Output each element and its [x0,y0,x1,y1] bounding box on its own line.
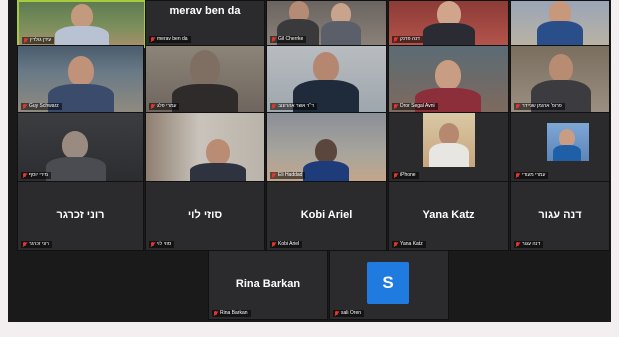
muted-mic-icon [150,36,155,43]
participant-name-label: sali Oren [333,310,365,317]
video-tile[interactable]: Gil Cherrke [266,0,387,46]
video-tile[interactable]: רוני זכרגר רוני זכרגר [17,181,144,251]
video-tile[interactable]: Eli Haddad [266,112,387,182]
video-tile[interactable]: Guy Schwarz [17,45,144,113]
participant-name-label: דנה פרנק [392,36,423,43]
participant-name-label: דנה עגור [514,241,544,248]
muted-mic-icon [23,37,28,44]
video-tile[interactable]: merav ben da merav ben da [145,0,265,46]
muted-mic-icon [515,172,520,179]
video-tile[interactable]: Yana Katz Yana Katz [388,181,509,251]
participant-name: Yana Katz [422,209,475,222]
participant-name-label: ד"ר אשר אהרונוב [270,103,317,110]
participant-name-label: עמרי פלג [149,103,180,110]
video-tile[interactable]: עידן גולדין [17,0,146,48]
video-tile[interactable]: Kobi Ariel Kobi Ariel [266,181,387,251]
muted-mic-icon [22,103,27,110]
muted-mic-icon [393,172,398,179]
muted-mic-icon [271,36,276,43]
video-tile[interactable]: עמרי פלג [145,45,265,113]
participant-name: סוזי לוי [187,209,223,222]
muted-mic-icon [213,310,218,317]
screen-bottom-border [0,322,619,337]
video-tile[interactable]: iPhone [388,112,509,182]
participant-name-label: iPhone [392,172,419,179]
muted-mic-icon [393,36,398,43]
muted-mic-icon [22,241,27,248]
muted-mic-icon [515,241,520,248]
participant-name-label: רוני זכרגר [21,241,52,248]
participant-name: Kobi Ariel [300,209,353,222]
video-tile[interactable] [510,0,610,46]
muted-mic-icon [150,241,155,248]
participant-name-label: Rina Barkan [212,310,251,317]
video-tile[interactable]: S sali Oren [329,250,449,320]
participant-name-label: פרופ' ארגמן שניידר [514,103,565,110]
participant-name-label: עמרי מעודי [514,172,549,179]
muted-mic-icon [334,310,339,317]
muted-mic-icon [271,241,276,248]
participant-name: Rina Barkan [235,278,301,291]
video-tile[interactable]: סוזי לוי סוזי לוי [145,181,265,251]
muted-mic-icon [393,241,398,248]
participant-name-label: Kobi Ariel [270,241,303,248]
participant-name-label: סוזי לוי [149,241,175,248]
participant-name: merav ben da [169,5,241,17]
video-tile[interactable]: פרופ' ארגמן שניידר [510,45,610,113]
participant-name-label: Dror Segal Avni [392,103,438,110]
video-tile[interactable]: עמרי מעודי [510,112,610,182]
muted-mic-icon [393,103,398,110]
video-tile[interactable]: Dror Segal Avni [388,45,509,113]
participant-name-label: Gil Cherrke [270,36,307,43]
participant-name-label: עידן גולדין [22,37,55,44]
participant-name-label: merav ben da [149,36,191,43]
participant-name-label: Yana Katz [392,241,426,248]
muted-mic-icon [515,103,520,110]
video-tile[interactable]: ד"ר אשר אהרונוב [266,45,387,113]
muted-mic-icon [150,103,155,110]
participant-name: דנה עגור [538,209,582,222]
muted-mic-icon [271,172,276,179]
zoom-gallery-view: עידן גולדין merav ben da merav ben da Gi… [8,0,611,322]
participant-name: רוני זכרגר [56,209,105,222]
video-tile[interactable]: דנה פרנק [388,0,509,46]
muted-mic-icon [22,172,27,179]
muted-mic-icon [271,103,276,110]
participant-name-label: מירי יוסף [21,172,52,179]
video-tile[interactable]: מירי יוסף [17,112,144,182]
participant-avatar: S [367,262,409,304]
video-tile[interactable] [145,112,265,182]
video-tile[interactable]: דנה עגור דנה עגור [510,181,610,251]
participant-name-label: Eli Haddad [270,172,306,179]
participant-name-label: Guy Schwarz [21,103,62,110]
video-tile[interactable]: Rina Barkan Rina Barkan [208,250,328,320]
